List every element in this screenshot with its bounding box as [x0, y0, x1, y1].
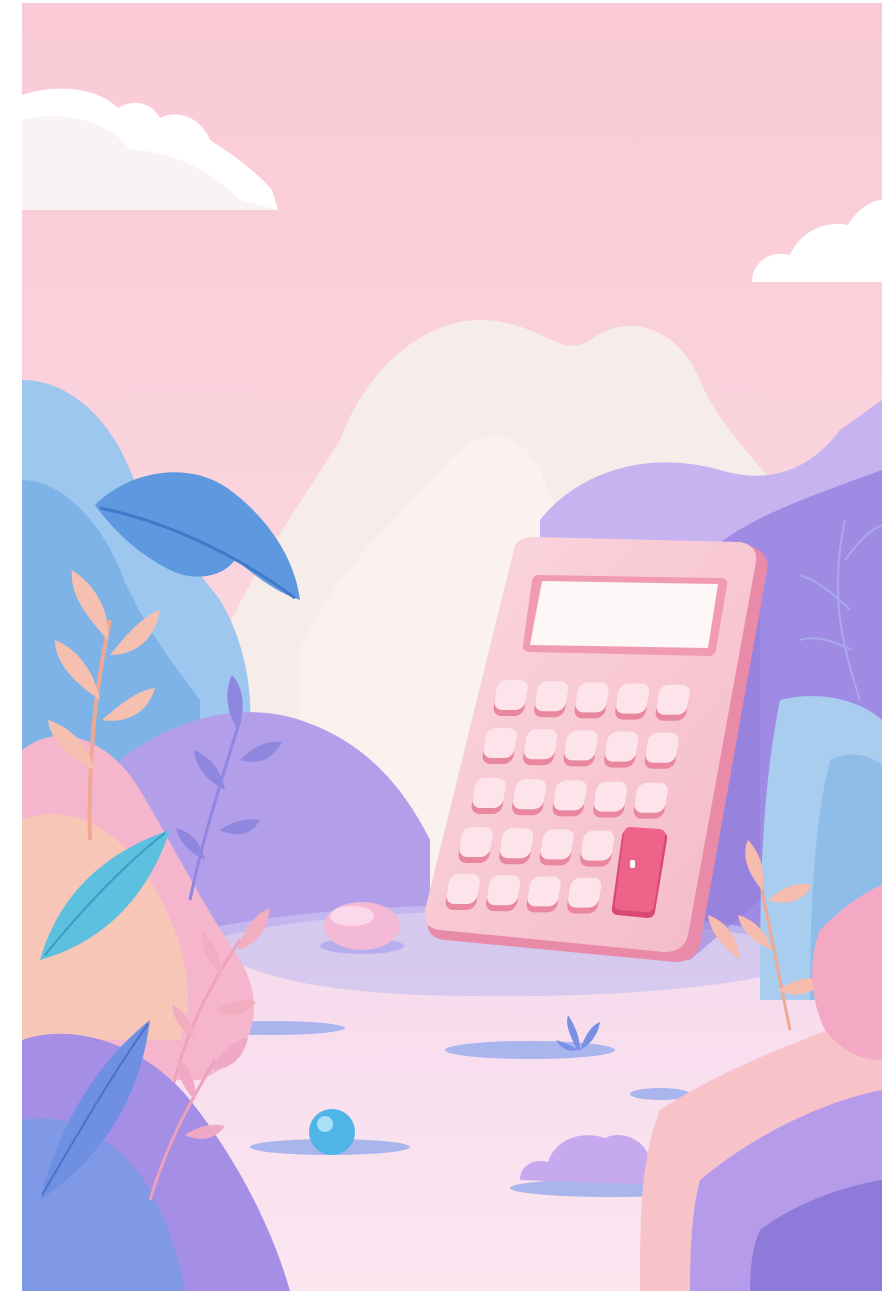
calculator-key: [553, 780, 587, 811]
calculator-key: [645, 732, 679, 763]
calculator-key: [524, 729, 558, 760]
calculator-key: [446, 874, 480, 904]
calculator-key: [564, 730, 598, 761]
calculator-key: [513, 779, 547, 810]
calculator-key: [483, 728, 517, 758]
calculator-key: [540, 829, 574, 860]
calculator-key: [634, 782, 668, 813]
calculator-key: [494, 680, 528, 710]
calculator-key: [605, 731, 639, 762]
calculator-key: [568, 877, 602, 908]
calculator-key: [616, 683, 650, 714]
calculator-key: [575, 682, 609, 713]
blue-ball: [309, 1109, 355, 1155]
calculator-key: [535, 681, 569, 712]
calculator-key: [500, 828, 534, 859]
calculator-key: [594, 781, 628, 812]
puddle-center: [445, 1041, 615, 1059]
illustration-svg: [0, 0, 882, 1291]
calculator-key: [459, 827, 493, 857]
calculator-key: [656, 684, 690, 715]
calculator-key: [487, 875, 521, 906]
calculator-key: [472, 778, 506, 808]
calculator-key: [581, 830, 615, 861]
illustration-scene: [0, 0, 882, 1291]
calculator-key: [527, 876, 561, 907]
calculator-display: [530, 581, 718, 648]
